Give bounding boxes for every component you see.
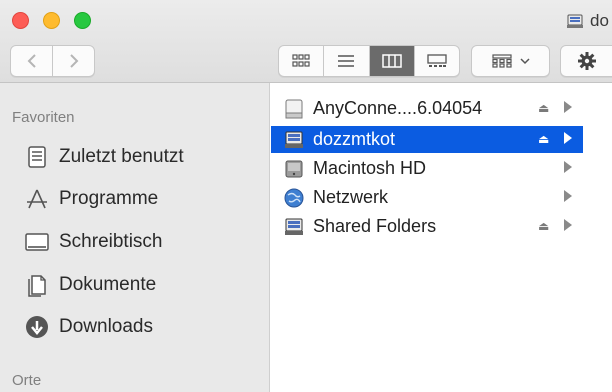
list-item-anyconnect[interactable]: AnyConne....6.04054 ⏏ [271, 95, 583, 122]
recents-icon [28, 146, 46, 168]
item-label: Shared Folders [313, 216, 437, 236]
list-view-button[interactable] [323, 46, 368, 76]
documents-icon [28, 275, 46, 297]
list-item-dozzmtkot[interactable]: dozzmtkot ⏏ [271, 126, 583, 153]
sidebar-item-applications[interactable]: Programme [24, 187, 158, 211]
item-label: dozzmtkot [313, 129, 396, 149]
view-mode-selector [278, 45, 460, 77]
network-server-icon [567, 14, 583, 28]
window-title-text: do [590, 11, 609, 30]
column-view-button[interactable] [368, 46, 414, 76]
gallery-view-button[interactable] [413, 46, 459, 76]
sidebar-section-locations: Orte [12, 372, 42, 389]
back-button[interactable] [11, 46, 52, 76]
disclosure-arrow-icon [564, 161, 572, 173]
downloads-icon [26, 316, 48, 338]
eject-icon[interactable]: ⏏ [538, 101, 549, 115]
sidebar-item-recents[interactable]: Zuletzt benutzt [24, 145, 184, 169]
desktop-icon [25, 233, 49, 251]
window-title: do [566, 11, 609, 31]
list-lines-icon [338, 55, 355, 67]
gallery-icon [427, 54, 447, 67]
item-label: Macintosh HD [313, 158, 427, 178]
sidebar: Favoriten Zuletzt benutzt Programme Schr… [0, 83, 270, 392]
network-server-icon [285, 131, 303, 148]
group-grid-icon [491, 54, 512, 68]
hard-drive-icon [285, 160, 303, 178]
disclosure-arrow-icon [564, 101, 572, 113]
group-by-button[interactable] [471, 45, 550, 77]
sidebar-item-label: Programme [59, 188, 159, 209]
sidebar-item-label: Downloads [59, 316, 153, 337]
window-toolbar: do [0, 0, 612, 83]
gear-icon [578, 52, 596, 70]
item-label: Netzwerk [313, 187, 389, 207]
eject-icon[interactable]: ⏏ [538, 132, 549, 146]
forward-button[interactable] [52, 46, 94, 76]
sidebar-item-documents[interactable]: Dokumente [24, 273, 156, 297]
network-server-icon [285, 218, 303, 235]
action-button[interactable] [560, 45, 612, 77]
sidebar-item-label: Dokumente [59, 274, 157, 295]
chevron-right-icon [69, 54, 78, 68]
column-browser: AnyConne....6.04054 ⏏ dozzmtkot ⏏ Macint… [271, 83, 612, 392]
applications-icon [27, 189, 47, 209]
list-item-shared-folders[interactable]: Shared Folders ⏏ [271, 213, 583, 240]
item-label: AnyConne....6.04054 [313, 98, 483, 118]
chevron-down-icon [519, 58, 530, 65]
sidebar-item-desktop[interactable]: Schreibtisch [24, 230, 163, 254]
zoom-window-button[interactable] [74, 12, 91, 29]
sidebar-section-favorites: Favoriten [12, 109, 75, 126]
close-window-button[interactable] [12, 12, 29, 29]
network-globe-icon [284, 188, 304, 208]
disclosure-arrow-icon [564, 190, 572, 202]
disclosure-arrow-icon [564, 132, 572, 144]
minimize-window-button[interactable] [43, 12, 60, 29]
list-item-netzwerk[interactable]: Netzwerk [271, 184, 583, 211]
sidebar-item-label: Zuletzt benutzt [59, 146, 184, 167]
disk-image-icon [285, 99, 303, 119]
sidebar-item-label: Schreibtisch [59, 231, 163, 252]
navigation-buttons [10, 45, 95, 77]
sidebar-item-downloads[interactable]: Downloads [24, 315, 153, 339]
icon-view-button[interactable] [279, 46, 323, 76]
icon-grid-icon [292, 54, 310, 67]
columns-icon [381, 54, 402, 68]
list-item-macintosh-hd[interactable]: Macintosh HD [271, 155, 583, 182]
eject-icon[interactable]: ⏏ [538, 219, 549, 233]
disclosure-arrow-icon [564, 219, 572, 231]
chevron-left-icon [27, 54, 36, 68]
